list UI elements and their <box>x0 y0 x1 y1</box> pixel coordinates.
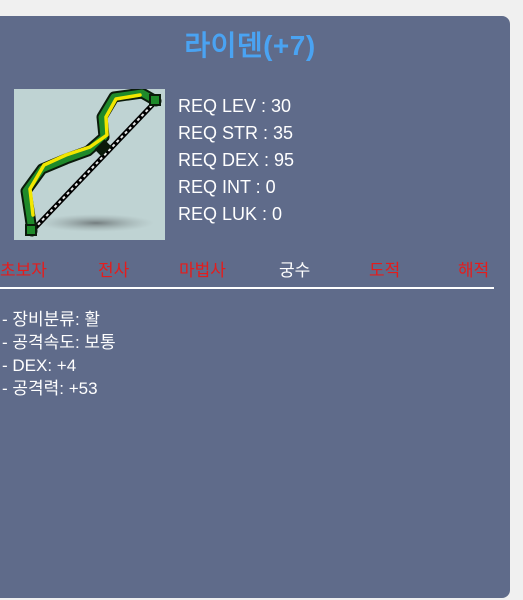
item-name: 라이덴(+7) <box>184 30 316 61</box>
job-bowman: 궁수 <box>279 261 311 280</box>
job-warrior: 전사 <box>98 261 130 280</box>
stat-equip-type: - 장비분류: 활 <box>2 310 101 329</box>
job-magician: 마법사 <box>179 261 226 280</box>
req-level: REQ LEV : 30 <box>178 96 292 116</box>
req-dex: REQ DEX : 95 <box>178 150 295 170</box>
job-thief: 도적 <box>369 261 401 280</box>
stat-dex: - DEX: +4 <box>2 356 77 375</box>
requirements-list: REQ LEV : 30 REQ STR : 35 REQ DEX : 95 R… <box>178 93 294 228</box>
item-stats-list: - 장비분류: 활 - 공격속도: 보통 - DEX: +4 - 공격력: +5… <box>2 308 116 400</box>
job-beginner: 초보자 <box>0 261 47 280</box>
job-requirements-row: 초보자 전사 마법사 궁수 도적 해적 <box>0 256 523 280</box>
job-pirate: 해적 <box>458 261 490 280</box>
req-str: REQ STR : 35 <box>178 123 294 143</box>
item-image <box>14 89 165 240</box>
stat-attack: - 공격력: +53 <box>2 379 98 398</box>
divider <box>0 287 494 289</box>
bow-icon <box>20 89 162 237</box>
req-int: REQ INT : 0 <box>178 177 276 197</box>
req-luk: REQ LUK : 0 <box>178 204 283 224</box>
stat-attack-speed: - 공격속도: 보통 <box>2 333 116 352</box>
